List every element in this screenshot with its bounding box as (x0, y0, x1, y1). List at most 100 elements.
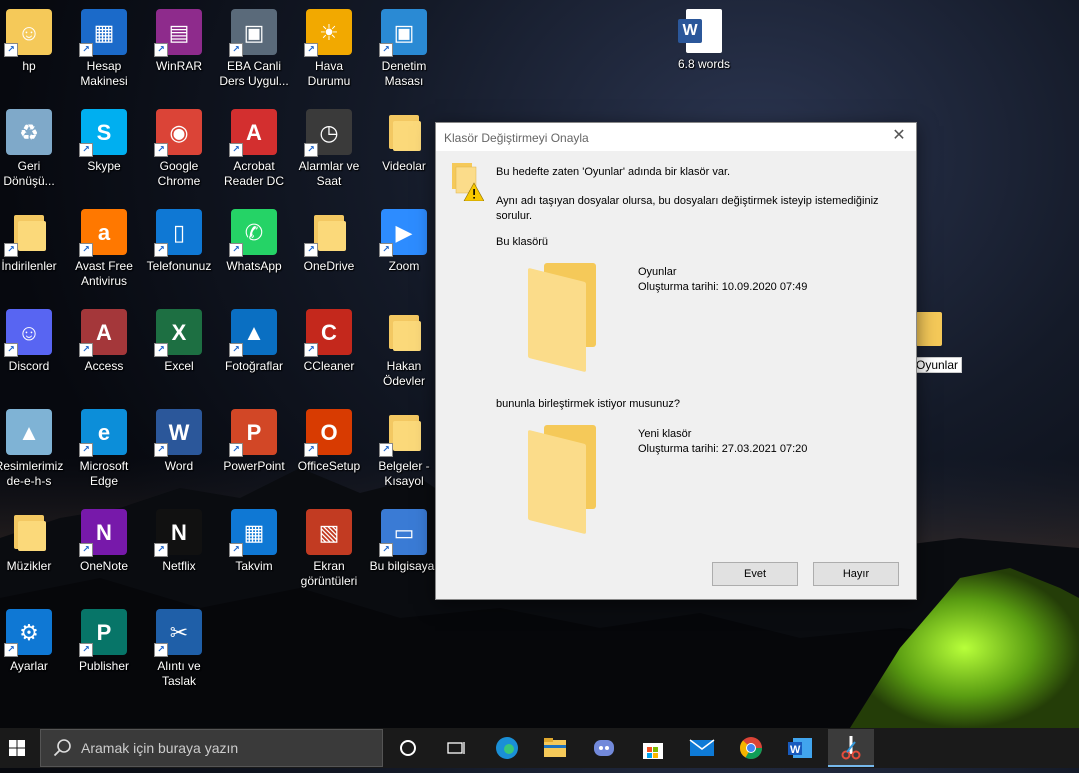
powerpoint-icon: P ↗ (229, 409, 277, 457)
taskbar-snip-sketch-icon[interactable] (828, 729, 874, 767)
shortcut-arrow-icon: ↗ (304, 243, 318, 257)
desktop-icon-acrobat[interactable]: A ↗ Acrobat Reader DC (217, 104, 291, 200)
desktop-icon-discord[interactable]: ☺ ↗ Discord (0, 304, 66, 400)
taskbar-file-explorer-icon[interactable] (539, 732, 571, 764)
onenote-icon: N ↗ (79, 509, 127, 557)
shortcut-arrow-icon: ↗ (154, 143, 168, 157)
desktop-icon-label: İndirilenler (1, 259, 57, 273)
desktop-icon-label: Skype (87, 159, 121, 173)
desktop-icon-label: Word (164, 459, 194, 473)
office-icon: O ↗ (304, 409, 352, 457)
shortcut-arrow-icon: ↗ (154, 343, 168, 357)
desktop-icon-winrar[interactable]: ▤ ↗ WinRAR (142, 4, 216, 100)
folder-icon (916, 312, 942, 346)
pictures-icon: ▲ (6, 409, 52, 455)
task-view-icon[interactable] (440, 732, 472, 764)
desktop-icon-alarm-clock[interactable]: ◷ ↗ Alarmlar ve Saat (292, 104, 366, 200)
dialog-message: Bu hedefte zaten 'Oyunlar' adında bir kl… (496, 166, 731, 178)
yes-button[interactable]: Evet (712, 562, 798, 586)
desktop-icon-excel[interactable]: X ↗ Excel (142, 304, 216, 400)
desktop-icon-recycle-bin[interactable]: ♻ Geri Dönüşü... (0, 104, 66, 200)
taskbar-mail-icon[interactable] (686, 732, 718, 764)
recycle-bin-icon: ♻ (6, 109, 52, 155)
desktop-icon-snip-sketch[interactable]: ✂ ↗ Alıntı ve Taslak (142, 604, 216, 700)
desktop-icon-skype[interactable]: S ↗ Skype (67, 104, 141, 200)
shortcut-arrow-icon: ↗ (154, 643, 168, 657)
desktop-word-document[interactable]: W 6.8 words (667, 4, 741, 100)
desktop-icon-ccleaner[interactable]: C ↗ CCleaner (292, 304, 366, 400)
desktop-icon-computer[interactable]: ▭ ↗ Bu bilgisayar (367, 504, 441, 600)
desktop-icon-publisher[interactable]: P ↗ Publisher (67, 604, 141, 700)
start-button[interactable] (0, 728, 36, 768)
desktop-icon-label: Belgeler - Kısayol (378, 459, 430, 488)
no-button[interactable]: Hayır (813, 562, 899, 586)
desktop-icon-label: Resimlerimiz de-e-h-s (0, 459, 64, 488)
desktop-icon-label: Denetim Masası (381, 59, 427, 88)
windows-logo-icon (9, 740, 25, 756)
desktop-icon-folder[interactable]: Hakan Ödevler (367, 304, 441, 400)
user-folder-icon: ☺ ↗ (4, 9, 52, 57)
desktop-icon-videos-folder[interactable]: Videolar (367, 104, 441, 200)
desktop-icon-calendar[interactable]: ▦ ↗ Takvim (217, 504, 291, 600)
dialog-detail: Aynı adı taşıyan dosyalar olursa, bu dos… (496, 195, 879, 222)
desktop-icon-eba[interactable]: ▣ ↗ EBA Canli Ders Uygul... (217, 4, 291, 100)
close-icon[interactable]: ✕ (890, 127, 908, 145)
search-box[interactable]: Aramak için buraya yazın (40, 729, 383, 767)
svg-text:W: W (790, 744, 801, 756)
desktop-icon-chrome[interactable]: ◉ ↗ Google Chrome (142, 104, 216, 200)
desktop-icon-documents-folder[interactable]: ↗ Belgeler - Kısayol (367, 404, 441, 500)
taskbar-edge-icon[interactable] (491, 732, 523, 764)
dialog-titlebar[interactable]: Klasör Değiştirmeyi Onayla ✕ (436, 123, 916, 151)
desktop-icon-photos[interactable]: ▲ ↗ Fotoğraflar (217, 304, 291, 400)
desktop-icon-onenote[interactable]: N ↗ OneNote (67, 504, 141, 600)
desktop-icon-label: Google Chrome (157, 159, 201, 188)
taskbar-discord-icon[interactable] (588, 732, 620, 764)
shortcut-arrow-icon: ↗ (79, 343, 93, 357)
desktop-icon-phone[interactable]: ▯ ↗ Telefonunuz (142, 204, 216, 300)
desktop-icon-screenshots[interactable]: ▧ Ekran görüntüleri (292, 504, 366, 600)
shortcut-arrow-icon: ↗ (79, 643, 93, 657)
desktop-icon-label: Excel (164, 359, 194, 373)
desktop-icon-calculator[interactable]: ▦ ↗ Hesap Makinesi (67, 4, 141, 100)
desktop-icon-control-panel[interactable]: ▣ ↗ Denetim Masası (367, 4, 441, 100)
desktop-icon-edge[interactable]: e ↗ Microsoft Edge (67, 404, 141, 500)
acrobat-icon: A ↗ (229, 109, 277, 157)
shortcut-arrow-icon: ↗ (304, 143, 318, 157)
desktop-icon-label: hp (22, 59, 36, 73)
desktop-icon-zoom[interactable]: ▶ ↗ Zoom (367, 204, 441, 300)
avast-icon: a ↗ (79, 209, 127, 257)
desktop-icon-downloads-folder[interactable]: ↗ İndirilenler (0, 204, 66, 300)
desktop-icon-label: Videolar (382, 159, 426, 173)
shortcut-arrow-icon: ↗ (379, 543, 393, 557)
desktop-icon-pictures[interactable]: ▲ Resimlerimiz de-e-h-s (0, 404, 66, 500)
desktop-icon-avast[interactable]: a ↗ Avast Free Antivirus (67, 204, 141, 300)
oyunlar-folder-item[interactable]: Oyunlar (912, 310, 982, 380)
taskbar-word-icon[interactable]: W (784, 732, 816, 764)
this-folder-label: Bu klasörü (496, 236, 548, 248)
desktop-icon-powerpoint[interactable]: P ↗ PowerPoint (217, 404, 291, 500)
desktop-icon-office[interactable]: O ↗ OfficeSetup (292, 404, 366, 500)
publisher-icon: P ↗ (79, 609, 127, 657)
existing-folder-date: Oluşturma tarihi: 10.09.2020 07:49 (638, 281, 808, 293)
desktop-icon-weather[interactable]: ☀ ↗ Hava Durumu (292, 4, 366, 100)
desktop-icon-user-folder[interactable]: ☺ ↗ hp (0, 4, 66, 100)
taskbar-store-icon[interactable] (637, 732, 669, 764)
desktop-icon-settings[interactable]: ⚙ ↗ Ayarlar (0, 604, 66, 700)
new-folder-icon (526, 425, 602, 535)
shortcut-arrow-icon: ↗ (379, 443, 393, 457)
shortcut-arrow-icon: ↗ (79, 43, 93, 57)
alarm-clock-icon: ◷ ↗ (304, 109, 352, 157)
taskbar-chrome-icon[interactable] (735, 732, 767, 764)
desktop-icon-label: Müzikler (6, 559, 52, 573)
cortana-icon[interactable] (392, 732, 424, 764)
shortcut-arrow-icon: ↗ (229, 43, 243, 57)
desktop-icon-music-folder[interactable]: Müzikler (0, 504, 66, 600)
desktop-icon-access[interactable]: A ↗ Access (67, 304, 141, 400)
control-panel-icon: ▣ ↗ (379, 9, 427, 57)
desktop-icon-whatsapp[interactable]: ✆ ↗ WhatsApp (217, 204, 291, 300)
desktop-icon-netflix[interactable]: N ↗ Netflix (142, 504, 216, 600)
winrar-icon: ▤ ↗ (154, 9, 202, 57)
videos-folder-icon (381, 109, 427, 155)
desktop-icon-word[interactable]: W ↗ Word (142, 404, 216, 500)
desktop-icon-onedrive[interactable]: ↗ OneDrive (292, 204, 366, 300)
